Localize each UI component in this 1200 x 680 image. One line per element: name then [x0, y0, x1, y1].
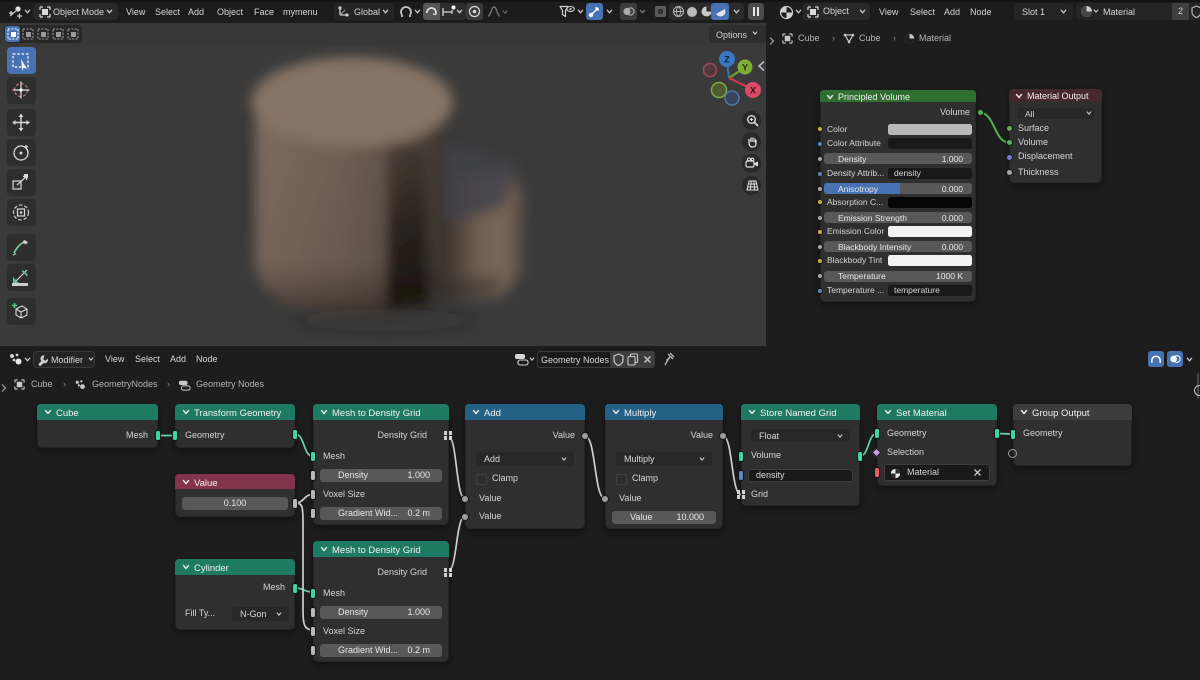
svg-text:Y: Y [742, 63, 748, 73]
svg-text:X: X [750, 86, 756, 96]
svg-text:Z: Z [724, 55, 730, 65]
